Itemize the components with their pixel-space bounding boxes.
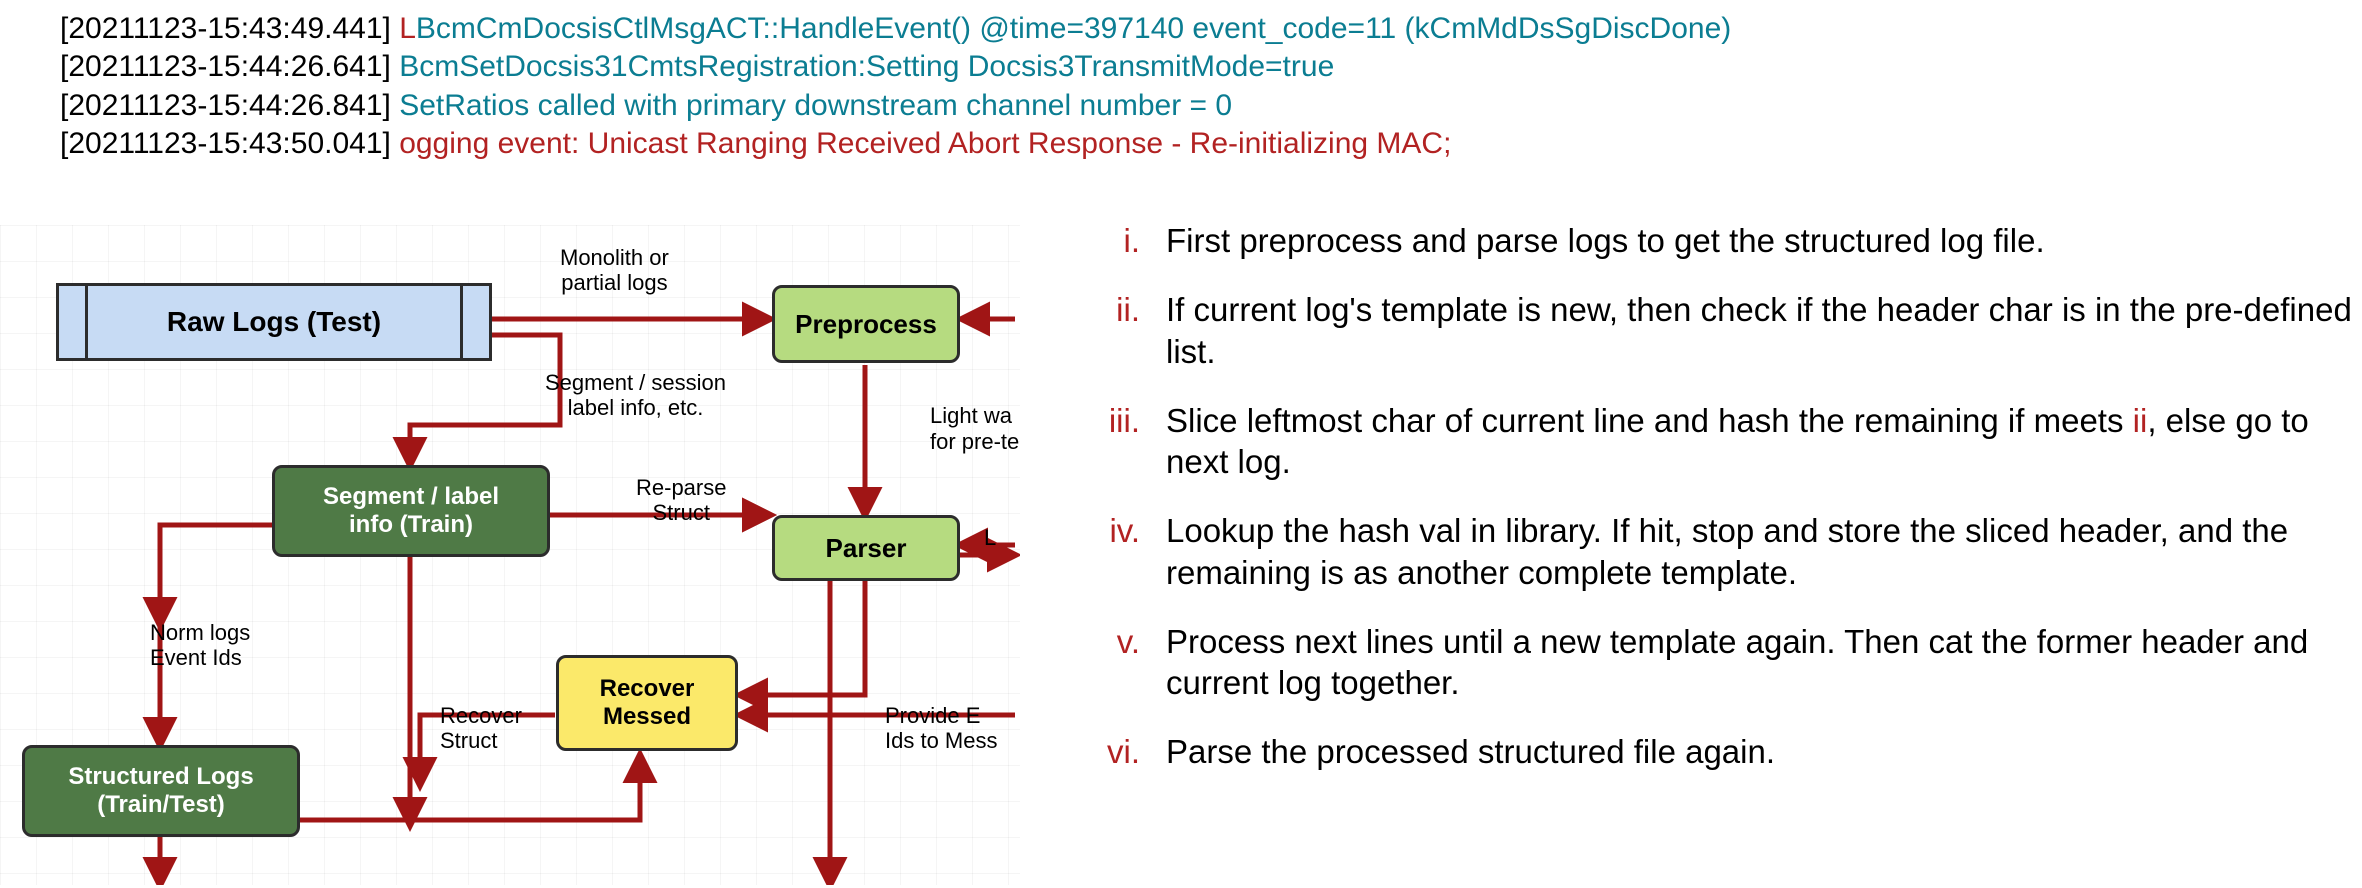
label-segment-session: Segment / session label info, etc. (545, 370, 726, 421)
step-item: v. Process next lines until a new templa… (1060, 621, 2360, 704)
step-number: iii. (1060, 400, 1166, 483)
steps-list: i. First preprocess and parse logs to ge… (1060, 220, 2360, 801)
log-line: [20211123-15:43:49.441] LBcmCmDocsisCtlM… (60, 10, 1731, 48)
log-message: SetRatios called with primary downstream… (399, 89, 1232, 122)
log-timestamp: [20211123-15:43:50.041] (60, 127, 399, 160)
step-ref: ii (2133, 402, 2148, 439)
label-l: L (984, 525, 996, 550)
box-recover-messed: Recover Messed (556, 655, 738, 751)
box-parser: Parser (772, 515, 960, 581)
step-number: v. (1060, 621, 1166, 704)
log-message: BcmSetDocsis31CmtsRegistration:Setting D… (399, 50, 1334, 83)
label-monolith: Monolith or partial logs (560, 245, 669, 296)
step-text: First preprocess and parse logs to get t… (1166, 220, 2360, 261)
step-text-before: Slice leftmost char of current line and … (1166, 402, 2133, 439)
label-norm-logs: Norm logs Event Ids (150, 620, 250, 671)
box-structured-logs: Structured Logs (Train/Test) (22, 745, 300, 837)
step-item: iv. Lookup the hash val in library. If h… (1060, 510, 2360, 593)
step-item: ii. If current log's template is new, th… (1060, 289, 2360, 372)
log-red-prefix: L (399, 12, 416, 45)
label-provide-e: Provide E Ids to Mess (885, 703, 997, 754)
log-block: [20211123-15:43:49.441] LBcmCmDocsisCtlM… (60, 10, 1731, 164)
step-number: ii. (1060, 289, 1166, 372)
log-timestamp: [20211123-15:44:26.641] (60, 50, 399, 83)
step-number: vi. (1060, 731, 1166, 772)
step-text: If current log's template is new, then c… (1166, 289, 2360, 372)
step-text: Process next lines until a new template … (1166, 621, 2360, 704)
step-text: Parse the processed structured file agai… (1166, 731, 2360, 772)
log-timestamp: [20211123-15:43:49.441] (60, 12, 399, 45)
box-segment-label: Segment / label info (Train) (272, 465, 550, 557)
box-raw-logs: Raw Logs (Test) (56, 283, 492, 361)
step-number: i. (1060, 220, 1166, 261)
step-item: iii. Slice leftmost char of current line… (1060, 400, 2360, 483)
log-message: ogging event: Unicast Ranging Received A… (399, 127, 1451, 160)
step-number: iv. (1060, 510, 1166, 593)
label-recover-struct: Recover Struct (440, 703, 522, 754)
box-preprocess: Preprocess (772, 285, 960, 363)
log-line: [20211123-15:43:50.041] ogging event: Un… (60, 125, 1731, 163)
label-light-wa: Light wa (930, 403, 1012, 428)
step-text: Slice leftmost char of current line and … (1166, 400, 2360, 483)
log-message: BcmCmDocsisCtlMsgACT::HandleEvent() @tim… (416, 12, 1731, 45)
log-line: [20211123-15:44:26.841] SetRatios called… (60, 87, 1731, 125)
label-reparse: Re-parse Struct (636, 475, 726, 526)
log-timestamp: [20211123-15:44:26.841] (60, 89, 399, 122)
flow-diagram: Raw Logs (Test) Preprocess Parser Recove… (0, 225, 1020, 885)
step-text: Lookup the hash val in library. If hit, … (1166, 510, 2360, 593)
log-line: [20211123-15:44:26.641] BcmSetDocsis31Cm… (60, 48, 1731, 86)
step-item: i. First preprocess and parse logs to ge… (1060, 220, 2360, 261)
step-item: vi. Parse the processed structured file … (1060, 731, 2360, 772)
box-raw-logs-label: Raw Logs (Test) (59, 286, 489, 358)
label-for-prete: for pre-te (930, 429, 1019, 454)
